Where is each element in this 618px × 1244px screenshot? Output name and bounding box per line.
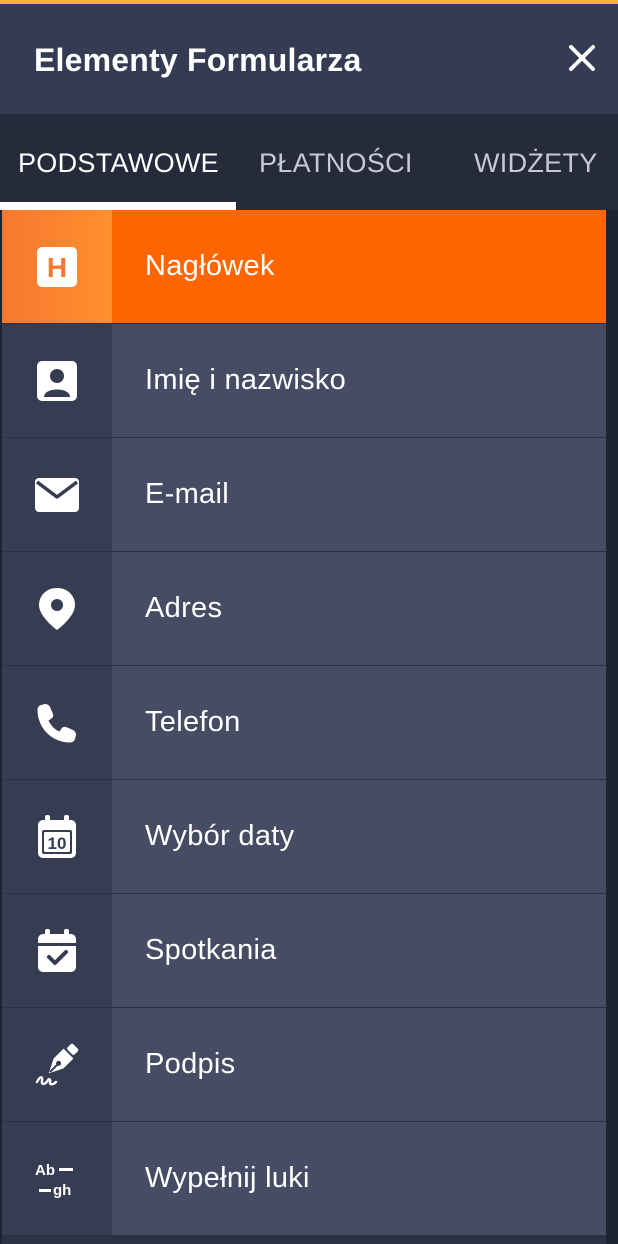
tab-widzety[interactable]: WIDŻETY xyxy=(474,148,598,179)
fill-blanks-bottom-text: gh xyxy=(53,1182,71,1199)
tab-bar: PODSTAWOWE PŁATNOŚCI WIDŻETY xyxy=(0,114,618,212)
list-item-label: Podpis xyxy=(145,1048,236,1080)
list-item-email[interactable]: E-mail xyxy=(2,438,606,552)
tab-podstawowe[interactable]: PODSTAWOWE xyxy=(18,148,219,179)
icon-box xyxy=(2,552,112,665)
calendar-date-number: 10 xyxy=(48,834,67,853)
list-item-label: Spotkania xyxy=(145,934,277,966)
tab-platnosci[interactable]: PŁATNOŚCI xyxy=(259,148,413,179)
list-item-telefon[interactable]: Telefon xyxy=(2,666,606,780)
heading-icon-letter: H xyxy=(47,252,67,283)
icon-box xyxy=(2,666,112,779)
icon-box: H xyxy=(2,210,112,323)
list-item-wybor-daty[interactable]: 10 Wybór daty xyxy=(2,780,606,894)
map-pin-icon xyxy=(39,587,75,630)
list-item-naglowek[interactable]: H Nagłówek xyxy=(2,210,606,324)
heading-icon: H xyxy=(37,246,77,287)
fill-blanks-top-text: Ab xyxy=(35,1162,55,1179)
envelope-icon xyxy=(35,477,79,512)
list-item-label: E-mail xyxy=(145,478,229,510)
fill-blanks-icon: Ab gh xyxy=(35,1162,73,1199)
close-button[interactable] xyxy=(564,40,600,76)
list-item-adres[interactable]: Adres xyxy=(2,552,606,666)
person-card-icon xyxy=(37,360,77,401)
list-item-spotkania[interactable]: Spotkania xyxy=(2,894,606,1008)
list-item-label: Wypełnij luki xyxy=(145,1162,310,1194)
icon-box xyxy=(2,1008,112,1121)
signature-pen-icon xyxy=(35,1043,79,1085)
list-item-imie-nazwisko[interactable]: Imię i nazwisko xyxy=(2,324,606,438)
icon-box xyxy=(2,438,112,551)
calendar-date-icon: 10 xyxy=(38,814,76,858)
list-item-label: Imię i nazwisko xyxy=(145,364,347,396)
panel-header: Elementy Formularza xyxy=(0,4,618,114)
list-item-wypelnij-luki[interactable]: Ab gh Wypełnij luki xyxy=(2,1122,606,1236)
list-item-label: Wybór daty xyxy=(145,820,295,852)
elements-list: H Nagłówek Imię i nazwisko E-mail Adres … xyxy=(2,210,606,1236)
panel-title: Elementy Formularza xyxy=(34,42,362,78)
list-item-podpis[interactable]: Podpis xyxy=(2,1008,606,1122)
active-tab-indicator xyxy=(0,202,236,210)
list-item-label: Nagłówek xyxy=(145,250,275,282)
list-item-label: Adres xyxy=(145,592,223,624)
icon-box: 10 xyxy=(2,780,112,893)
close-icon xyxy=(569,45,595,71)
list-item-label: Telefon xyxy=(145,706,241,738)
phone-icon xyxy=(37,703,76,742)
calendar-check-icon xyxy=(38,928,76,972)
icon-box xyxy=(2,324,112,437)
icon-box xyxy=(2,894,112,1007)
icon-box: Ab gh xyxy=(2,1122,112,1235)
scrollbar-track[interactable] xyxy=(606,210,618,1244)
